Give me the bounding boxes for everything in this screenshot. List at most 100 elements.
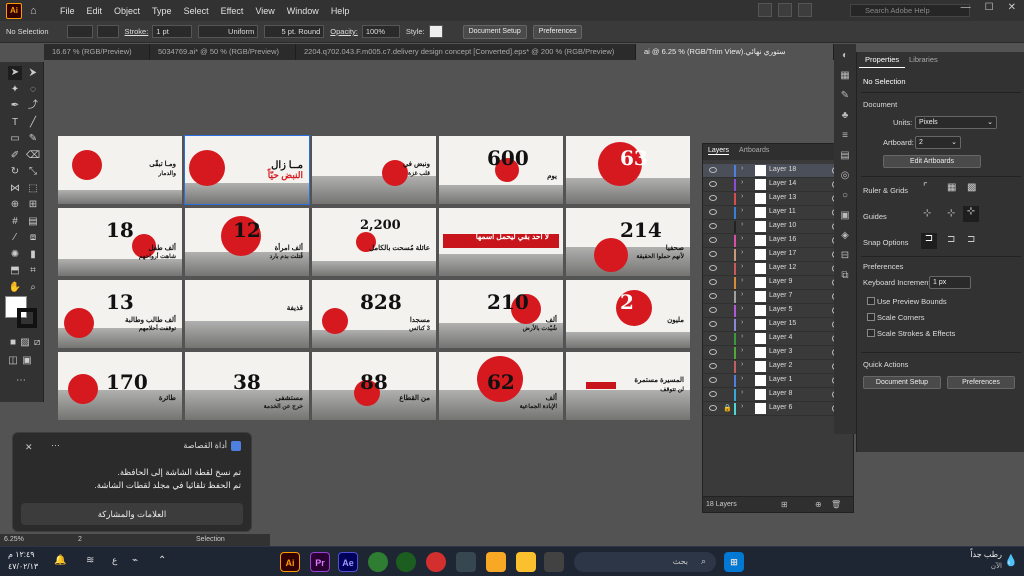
- artboard-4[interactable]: 600 يوم: [439, 136, 563, 204]
- clock-date[interactable]: ٤٧/٠٢/١٣: [8, 562, 38, 571]
- battery-saver-icon[interactable]: ⌁: [132, 555, 138, 566]
- layer-row[interactable]: › Layer 8: [703, 388, 853, 402]
- opacity-label[interactable]: Opacity:: [330, 27, 358, 36]
- layer-row[interactable]: › Layer 9: [703, 276, 853, 290]
- layer-row[interactable]: › Layer 5: [703, 304, 853, 318]
- chrome-taskbar-icon[interactable]: [426, 552, 446, 572]
- artboard-6[interactable]: 18 ألف طفل شاهت أرواحهم: [58, 208, 182, 276]
- snap-pixel-icon[interactable]: ⊐: [967, 234, 975, 245]
- app-taskbar-icon[interactable]: [456, 552, 476, 572]
- menu-item-object[interactable]: Object: [108, 6, 146, 16]
- visibility-eye-icon[interactable]: [709, 237, 717, 243]
- task-view-taskbar-icon[interactable]: [544, 552, 564, 572]
- workspace-icon[interactable]: [798, 3, 812, 17]
- tab-properties[interactable]: Properties: [859, 52, 906, 68]
- stroke-color-swatch[interactable]: [17, 308, 37, 328]
- visibility-eye-icon[interactable]: [709, 349, 717, 355]
- artboard-5[interactable]: 63: [566, 136, 690, 204]
- keyboard-increment-field[interactable]: 1 px: [929, 276, 971, 289]
- artboard-9[interactable]: لا أحد بقي ليحمل اسمها: [439, 208, 563, 276]
- expand-chevron-icon[interactable]: ›: [741, 207, 743, 214]
- draw-mode-icon[interactable]: ◫: [6, 354, 20, 368]
- layer-row[interactable]: › Layer 17: [703, 248, 853, 262]
- stroke-icon[interactable]: ≡: [838, 130, 852, 144]
- visibility-eye-icon[interactable]: [709, 167, 717, 173]
- appearance-icon[interactable]: ○: [838, 190, 852, 204]
- graphic-styles-icon[interactable]: ▣: [838, 210, 852, 224]
- snap-point-icon[interactable]: ⊐: [921, 233, 937, 249]
- layer-row[interactable]: 🔒 › Layer 6: [703, 402, 853, 416]
- pixel-grid-icon[interactable]: ▩: [967, 182, 976, 193]
- visibility-eye-icon[interactable]: [709, 265, 717, 271]
- zoom-level[interactable]: 6.25%: [4, 536, 24, 543]
- file-explorer-taskbar-icon[interactable]: [516, 552, 536, 572]
- language-indicator[interactable]: ع: [112, 555, 117, 566]
- gradient-tool-icon[interactable]: ▤: [26, 215, 40, 229]
- layer-row[interactable]: › Layer 10: [703, 220, 853, 234]
- artboard-14[interactable]: 210 ألف شُيّدت بالأرض: [439, 280, 563, 348]
- menu-item-view[interactable]: View: [249, 6, 280, 16]
- layer-row[interactable]: › Layer 14: [703, 178, 853, 192]
- preferences-button[interactable]: Preferences: [532, 24, 583, 39]
- snap-grid-icon[interactable]: ⊐: [947, 234, 955, 245]
- layer-row[interactable]: › Layer 16: [703, 234, 853, 248]
- start-button-icon[interactable]: ⊞: [724, 552, 744, 572]
- hand-tool-icon[interactable]: ✋: [8, 281, 22, 295]
- swatches-icon[interactable]: ▦: [838, 70, 852, 84]
- screen-mode-icon[interactable]: ▣: [20, 354, 34, 368]
- weather-text[interactable]: رطب جداً: [970, 550, 1002, 559]
- eraser-icon[interactable]: ⌫: [26, 149, 40, 163]
- tab-doc-3[interactable]: 2204.q702.043.F.m005.c7.delivery design …: [296, 44, 636, 60]
- scale-tool-icon[interactable]: ⤡: [26, 165, 40, 179]
- width-tool-icon[interactable]: ⋈: [8, 182, 22, 196]
- expand-chevron-icon[interactable]: ›: [741, 403, 743, 410]
- visibility-eye-icon[interactable]: [709, 251, 717, 257]
- visibility-eye-icon[interactable]: [709, 363, 717, 369]
- brushes-icon[interactable]: ✎: [838, 90, 852, 104]
- artboard-nav[interactable]: 2: [78, 536, 82, 543]
- menu-item-edit[interactable]: Edit: [81, 6, 109, 16]
- after-effects-taskbar-icon[interactable]: Ae: [338, 552, 358, 572]
- zoom-tool-icon[interactable]: ⌕: [26, 281, 40, 295]
- expand-chevron-icon[interactable]: ›: [741, 361, 743, 368]
- more-options-icon[interactable]: ⋯: [51, 440, 60, 451]
- ruler-icon[interactable]: ⌜: [923, 182, 928, 193]
- menu-item-select[interactable]: Select: [178, 6, 215, 16]
- delete-layer-icon[interactable]: 🗑: [831, 500, 841, 509]
- use-preview-bounds-checkbox[interactable]: [867, 297, 875, 305]
- visibility-eye-icon[interactable]: [709, 377, 717, 383]
- expand-chevron-icon[interactable]: ›: [741, 235, 743, 242]
- maximize-icon[interactable]: ☐: [985, 2, 994, 13]
- artboard-2[interactable]: مــا زال النبض حيّاً: [184, 135, 310, 205]
- layer-row[interactable]: › Layer 11: [703, 206, 853, 220]
- expand-chevron-icon[interactable]: ›: [741, 319, 743, 326]
- tab-layers[interactable]: Layers: [708, 147, 730, 155]
- artboard-11[interactable]: 13 ألف طالب وطالبة توقفت أحلامهم: [58, 280, 182, 348]
- layer-row[interactable]: › Layer 1: [703, 374, 853, 388]
- visibility-eye-icon[interactable]: [709, 181, 717, 187]
- minimize-icon[interactable]: —: [961, 2, 971, 13]
- lock-icon[interactable]: 🔒: [723, 404, 732, 412]
- type-tool-icon[interactable]: T: [8, 116, 22, 130]
- app2-taskbar-icon[interactable]: [486, 552, 506, 572]
- artboard-1[interactable]: ومـا تبقّى والدمار: [58, 136, 182, 204]
- menu-item-help[interactable]: Help: [325, 6, 356, 16]
- perspective-grid-icon[interactable]: ⊞: [26, 198, 40, 212]
- artboard-12[interactable]: قذيفة: [185, 280, 309, 348]
- layer-row[interactable]: › Layer 15: [703, 318, 853, 332]
- mesh-tool-icon[interactable]: #: [8, 215, 22, 229]
- scale-corners-checkbox[interactable]: [867, 313, 875, 321]
- tab-doc-active[interactable]: ستوري نهائي.ai @ 6.25 % (RGB/Trim View): [636, 44, 834, 60]
- lasso-icon[interactable]: ◌: [26, 83, 40, 97]
- blend-tool-icon[interactable]: ⧈: [26, 231, 40, 245]
- line-tool-icon[interactable]: ╱: [26, 116, 40, 130]
- units-dropdown[interactable]: Pixels ⌄: [915, 116, 997, 129]
- artboard-16[interactable]: 170 طائرة: [58, 352, 182, 420]
- shaper-tool-icon[interactable]: ✐: [8, 149, 22, 163]
- visibility-eye-icon[interactable]: [709, 195, 717, 201]
- pen-tool-icon[interactable]: ✒: [8, 99, 22, 113]
- system-tray-chevron-icon[interactable]: ⌃: [158, 555, 166, 566]
- home-icon[interactable]: ⌂: [30, 5, 44, 17]
- expand-chevron-icon[interactable]: ›: [741, 305, 743, 312]
- document-setup-button[interactable]: Document Setup: [462, 24, 527, 39]
